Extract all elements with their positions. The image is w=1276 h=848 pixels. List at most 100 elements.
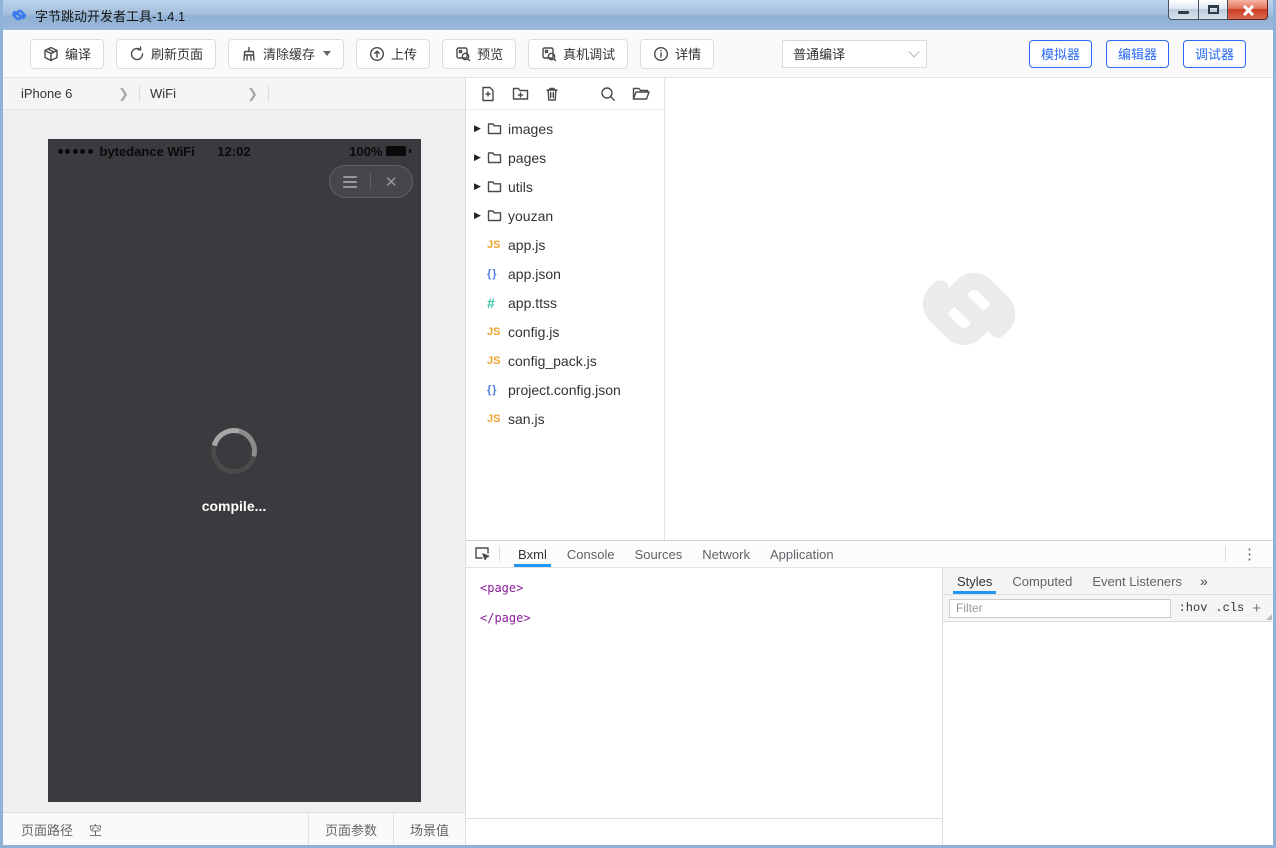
ttss-file-icon: #	[487, 295, 507, 311]
tree-file[interactable]: JS app.js	[466, 230, 664, 259]
simulator-toggle-button[interactable]: 模拟器	[1029, 40, 1092, 68]
page-path-value: 空	[89, 820, 102, 839]
clear-cache-dropdown-icon[interactable]	[323, 51, 331, 56]
page-path: 页面路径 空	[3, 820, 102, 839]
device-breadcrumb: iPhone 6 ❯ WiFi ❯	[3, 78, 465, 110]
tree-folder[interactable]: ▶ utils	[466, 172, 664, 201]
bxml-element-tree[interactable]: <page> </page>	[466, 568, 942, 819]
details-button[interactable]: 详情	[640, 39, 714, 69]
preview-button[interactable]: 预览	[442, 39, 516, 69]
refresh-page-button[interactable]: 刷新页面	[116, 39, 216, 69]
editor-canvas	[665, 78, 1273, 540]
js-file-icon: JS	[487, 355, 507, 367]
panel-toggle-group: 模拟器 编辑器 调试器	[1029, 40, 1246, 68]
details-label: 详情	[675, 44, 701, 63]
tree-file[interactable]: JS config_pack.js	[466, 346, 664, 375]
debugger-toggle-button[interactable]: 调试器	[1183, 40, 1246, 68]
resize-handle[interactable]	[1266, 614, 1272, 620]
tree-folder[interactable]: ▶ images	[466, 114, 664, 143]
upload-button[interactable]: 上传	[356, 39, 430, 69]
new-style-rule-button[interactable]: +	[1252, 600, 1267, 617]
tree-file[interactable]: {} app.json	[466, 259, 664, 288]
device-select[interactable]: iPhone 6 ❯	[21, 86, 139, 102]
close-button[interactable]	[1228, 0, 1268, 20]
tab-styles[interactable]: Styles	[947, 568, 1002, 594]
tab-network[interactable]: Network	[692, 541, 760, 567]
js-file-icon: JS	[487, 413, 507, 425]
folder-icon	[487, 151, 507, 164]
js-file-icon: JS	[487, 326, 507, 338]
tab-console[interactable]: Console	[557, 541, 625, 567]
inspect-element-icon[interactable]	[474, 546, 491, 562]
network-name: WiFi	[150, 86, 176, 101]
styles-filter-input[interactable]	[949, 599, 1171, 618]
phone-screen[interactable]: bytedance WiFi 12:02 100% ✕	[48, 139, 421, 802]
clear-cache-button[interactable]: 清除缓存	[228, 39, 344, 69]
preview-label: 预览	[477, 44, 503, 63]
loading-overlay: compile...	[48, 139, 421, 802]
tree-file[interactable]: # app.ttss	[466, 288, 664, 317]
app-logo-icon	[10, 6, 28, 24]
maximize-button[interactable]	[1199, 0, 1228, 20]
more-tabs-icon[interactable]: »	[1192, 573, 1216, 589]
tab-bxml[interactable]: Bxml	[508, 541, 557, 567]
network-select[interactable]: WiFi ❯	[150, 86, 268, 102]
qr-scan-icon	[455, 46, 471, 62]
editor-toggle-button[interactable]: 编辑器	[1106, 40, 1169, 68]
folder-icon	[487, 180, 507, 193]
window-title: 字节跳动开发者工具-1.4.1	[35, 6, 185, 25]
file-tree-toolbar	[466, 78, 664, 110]
compile-label: 编译	[65, 44, 91, 63]
json-file-icon: {}	[487, 384, 507, 396]
styles-pane: Styles Computed Event Listeners » :hov .…	[942, 568, 1273, 845]
caret-icon[interactable]: ▶	[474, 152, 487, 163]
tree-file[interactable]: {} project.config.json	[466, 375, 664, 404]
loading-text: compile...	[202, 498, 267, 514]
chevron-right-icon: ❯	[247, 86, 258, 102]
tab-event-listeners[interactable]: Event Listeners	[1082, 568, 1192, 594]
devtools-more: ⋮	[1217, 545, 1265, 563]
tab-application[interactable]: Application	[760, 541, 844, 567]
broom-icon	[241, 46, 257, 62]
chevron-down-icon	[909, 46, 920, 57]
caret-icon[interactable]: ▶	[474, 181, 487, 192]
remote-debug-button[interactable]: 真机调试	[528, 39, 628, 69]
toggle-class-button[interactable]: .cls	[1215, 601, 1244, 615]
device-name: iPhone 6	[21, 86, 72, 101]
page-params-button[interactable]: 页面参数	[308, 813, 393, 845]
open-project-icon[interactable]	[632, 86, 650, 101]
delete-button[interactable]	[545, 86, 559, 102]
styles-tab-bar: Styles Computed Event Listeners »	[943, 568, 1273, 595]
compile-button[interactable]: 编译	[30, 39, 104, 69]
tree-folder[interactable]: ▶ pages	[466, 143, 664, 172]
tree-file[interactable]: JS san.js	[466, 404, 664, 433]
search-icon[interactable]	[600, 86, 616, 102]
element-open-tag[interactable]: <page>	[480, 578, 942, 608]
folder-icon	[487, 122, 507, 135]
new-file-button[interactable]	[480, 86, 496, 102]
clear-cache-label: 清除缓存	[263, 44, 315, 63]
caret-icon[interactable]: ▶	[474, 210, 487, 221]
scene-value-button[interactable]: 场景值	[393, 813, 465, 845]
divider	[499, 546, 500, 562]
element-close-tag[interactable]: </page>	[480, 608, 942, 638]
caret-icon[interactable]: ▶	[474, 123, 487, 134]
refresh-page-label: 刷新页面	[151, 44, 203, 63]
tab-sources[interactable]: Sources	[625, 541, 693, 567]
tree-folder[interactable]: ▶ youzan	[466, 201, 664, 230]
divider	[1225, 546, 1226, 562]
toolbar: 编译 刷新页面 清除缓存 上传 预览 真机调试 详情 普通编译	[3, 30, 1273, 78]
new-folder-button[interactable]	[512, 86, 529, 101]
toggle-hover-state-button[interactable]: :hov	[1179, 601, 1208, 615]
compile-mode-select[interactable]: 普通编译	[782, 40, 927, 68]
more-options-icon[interactable]: ⋮	[1234, 545, 1265, 563]
file-tree-panel: ▶ images ▶ pages ▶ utils	[466, 78, 665, 540]
tree-file[interactable]: JS config.js	[466, 317, 664, 346]
compile-mode-value: 普通编译	[793, 44, 845, 63]
chevron-right-icon: ❯	[118, 86, 129, 102]
page-status-bar: 页面路径 空 页面参数 场景值	[3, 812, 465, 845]
devtools-panel: Bxml Console Sources Network Application…	[466, 540, 1273, 845]
file-tree: ▶ images ▶ pages ▶ utils	[466, 110, 664, 433]
tab-computed[interactable]: Computed	[1002, 568, 1082, 594]
minimize-button[interactable]	[1168, 0, 1199, 20]
